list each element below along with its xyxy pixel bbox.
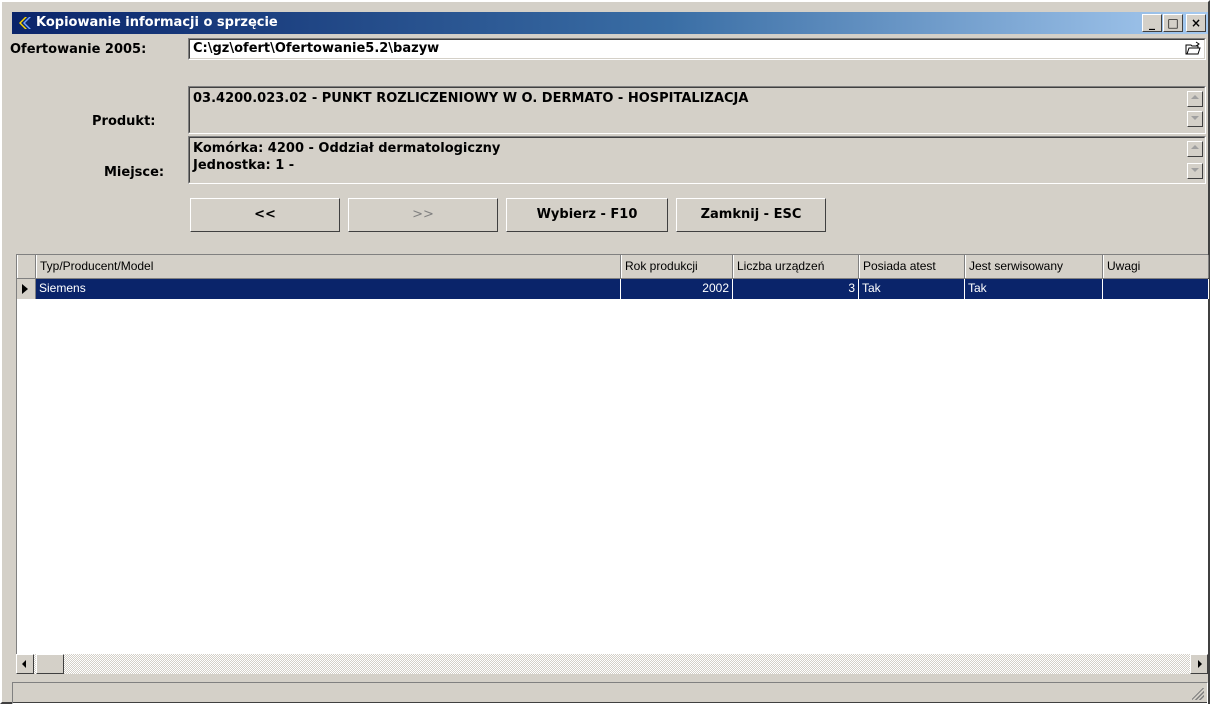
- column-header-serwis[interactable]: Jest serwisowany: [965, 255, 1103, 278]
- arrow-right-icon: [1198, 660, 1202, 668]
- produkt-value: 03.4200.023.02 - PUNKT ROZLICZENIOWY W O…: [193, 91, 749, 106]
- database-path-value: C:\gz\ofert\Ofertowanie5.2\bazyw: [193, 41, 440, 56]
- scroll-down-icon[interactable]: [1187, 111, 1203, 127]
- column-header-model[interactable]: Typ/Producent/Model: [36, 255, 621, 278]
- window-title: Kopiowanie informacji o sprzęcie: [36, 15, 278, 30]
- ofertowanie-label: Ofertowanie 2005:: [10, 42, 147, 57]
- open-folder-icon[interactable]: [1184, 41, 1202, 57]
- grid-header: Typ/Producent/Model Rok produkcji Liczba…: [17, 255, 1209, 279]
- scroll-left-button[interactable]: [16, 654, 34, 674]
- miejsce-memo[interactable]: Komórka: 4200 - Oddział dermatologiczny …: [188, 136, 1206, 184]
- close-button[interactable]: ×: [1186, 14, 1206, 32]
- miejsce-line2: Jednostka: 1 -: [193, 158, 295, 173]
- horizontal-scrollbar[interactable]: [16, 654, 1208, 674]
- title-bar[interactable]: Kopiowanie informacji o sprzęcie _ □ ×: [12, 12, 1208, 34]
- column-header-uwagi[interactable]: Uwagi: [1103, 255, 1209, 278]
- app-icon: [19, 17, 31, 29]
- column-header-liczba[interactable]: Liczba urządzeń: [733, 255, 859, 278]
- scroll-thumb[interactable]: [36, 654, 64, 674]
- cell-model: Siemens: [36, 279, 621, 299]
- cell-serwis: Tak: [965, 279, 1103, 299]
- next-button[interactable]: >>: [348, 198, 498, 232]
- column-header-atest[interactable]: Posiada atest: [859, 255, 965, 278]
- cell-liczba: 3: [733, 279, 859, 299]
- select-button[interactable]: Wybierz - F10: [506, 198, 668, 232]
- cell-rok: 2002: [621, 279, 733, 299]
- dialog-window: Kopiowanie informacji o sprzęcie _ □ × O…: [0, 0, 1210, 704]
- maximize-button[interactable]: □: [1163, 14, 1183, 32]
- window-controls: _ □ ×: [1141, 14, 1206, 32]
- select-button-label: Wybierz - F10: [536, 207, 638, 222]
- status-bar: [12, 682, 1208, 704]
- column-header-rok[interactable]: Rok produkcji: [621, 255, 733, 278]
- close-dialog-button-label: Zamknij - ESC: [700, 207, 802, 222]
- scroll-down-icon[interactable]: [1187, 163, 1203, 179]
- cell-atest: Tak: [859, 279, 965, 299]
- resize-grip-icon[interactable]: [1192, 688, 1204, 700]
- miejsce-line1: Komórka: 4200 - Oddział dermatologiczny: [193, 141, 501, 156]
- produkt-memo[interactable]: 03.4200.023.02 - PUNKT ROZLICZENIOWY W O…: [188, 86, 1206, 134]
- scroll-right-button[interactable]: [1190, 654, 1208, 674]
- current-row-arrow-icon: [22, 284, 28, 294]
- database-path-field[interactable]: C:\gz\ofert\Ofertowanie5.2\bazyw: [188, 38, 1206, 60]
- next-button-label: >>: [412, 207, 434, 222]
- scroll-up-icon[interactable]: [1187, 91, 1203, 107]
- minimize-button[interactable]: _: [1142, 14, 1162, 32]
- table-row[interactable]: Siemens 2002 3 Tak Tak: [36, 279, 1209, 299]
- prev-button[interactable]: <<: [190, 198, 340, 232]
- row-indicator: [17, 279, 36, 299]
- miejsce-label: Miejsce:: [104, 165, 165, 180]
- equipment-grid[interactable]: Typ/Producent/Model Rok produkcji Liczba…: [16, 254, 1209, 674]
- scroll-up-icon[interactable]: [1187, 141, 1203, 157]
- produkt-label: Produkt:: [92, 114, 156, 129]
- prev-button-label: <<: [254, 207, 276, 222]
- arrow-left-icon: [22, 660, 26, 668]
- cell-uwagi: [1103, 279, 1209, 299]
- close-dialog-button[interactable]: Zamknij - ESC: [676, 198, 826, 232]
- header-indicator: [17, 255, 36, 278]
